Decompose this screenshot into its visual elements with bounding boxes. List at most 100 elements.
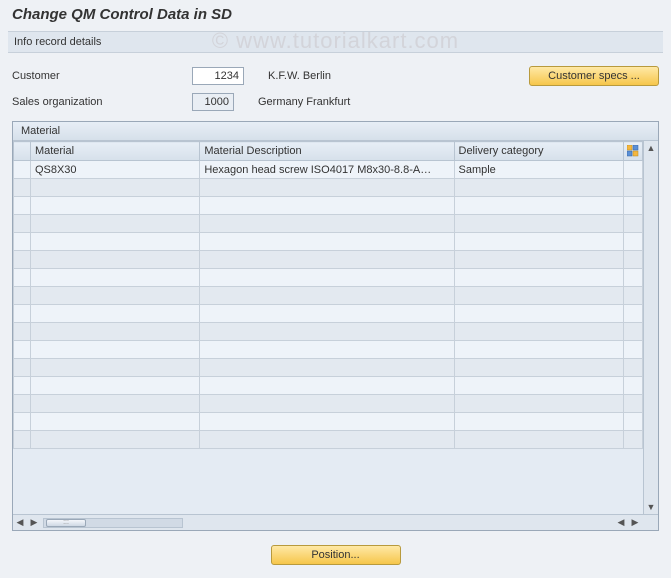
row-selector[interactable] xyxy=(14,215,31,233)
cell-material-desc[interactable] xyxy=(200,395,454,413)
cell-material-desc[interactable] xyxy=(200,251,454,269)
table-row[interactable]: QS8X30Hexagon head screw ISO4017 M8x30-8… xyxy=(14,161,643,179)
row-selector[interactable] xyxy=(14,269,31,287)
cell-delivery-cat[interactable] xyxy=(454,305,623,323)
cell-delivery-cat[interactable] xyxy=(454,233,623,251)
table-row[interactable] xyxy=(14,287,643,305)
cell-material[interactable] xyxy=(30,431,199,449)
row-selector[interactable] xyxy=(14,413,31,431)
cell-material[interactable]: QS8X30 xyxy=(30,161,199,179)
scroll-left-start-icon[interactable]: ◀ xyxy=(13,516,27,530)
cell-material[interactable] xyxy=(30,359,199,377)
table-row[interactable] xyxy=(14,413,643,431)
cell-delivery-cat[interactable] xyxy=(454,323,623,341)
cell-material-desc[interactable]: Hexagon head screw ISO4017 M8x30-8.8-A… xyxy=(200,161,454,179)
cell-delivery-cat[interactable]: Sample xyxy=(454,161,623,179)
cell-material-desc[interactable] xyxy=(200,413,454,431)
cell-material[interactable] xyxy=(30,251,199,269)
table-row[interactable] xyxy=(14,215,643,233)
cell-delivery-cat[interactable] xyxy=(454,341,623,359)
row-selector[interactable] xyxy=(14,161,31,179)
cell-material[interactable] xyxy=(30,341,199,359)
col-material-desc[interactable]: Material Description xyxy=(200,142,454,161)
cell-material[interactable] xyxy=(30,305,199,323)
cell-delivery-cat[interactable] xyxy=(454,269,623,287)
cell-material-desc[interactable] xyxy=(200,323,454,341)
cell-material-desc[interactable] xyxy=(200,431,454,449)
table-row[interactable] xyxy=(14,323,643,341)
row-selector[interactable] xyxy=(14,197,31,215)
col-delivery-cat[interactable]: Delivery category xyxy=(454,142,623,161)
cell-material[interactable] xyxy=(30,233,199,251)
cell-delivery-cat[interactable] xyxy=(454,413,623,431)
cell-material[interactable] xyxy=(30,269,199,287)
row-selector[interactable] xyxy=(14,233,31,251)
material-panel-title: Material xyxy=(13,122,658,141)
horizontal-scrollbar[interactable]: ◀ ▶ ::: ◀ ▶ xyxy=(13,514,658,530)
cell-delivery-cat[interactable] xyxy=(454,395,623,413)
row-selector[interactable] xyxy=(14,341,31,359)
cell-material-desc[interactable] xyxy=(200,179,454,197)
table-row[interactable] xyxy=(14,233,643,251)
cell-material-desc[interactable] xyxy=(200,359,454,377)
table-row[interactable] xyxy=(14,305,643,323)
table-row[interactable] xyxy=(14,395,643,413)
position-button[interactable]: Position... xyxy=(271,545,401,565)
cell-delivery-cat[interactable] xyxy=(454,287,623,305)
cell-material-desc[interactable] xyxy=(200,215,454,233)
vertical-scrollbar[interactable]: ▲ ▼ xyxy=(643,141,658,514)
row-selector[interactable] xyxy=(14,179,31,197)
cell-delivery-cat[interactable] xyxy=(454,197,623,215)
cell-delivery-cat[interactable] xyxy=(454,251,623,269)
material-table[interactable]: Material Material Description Delivery c… xyxy=(13,141,643,449)
cell-delivery-cat[interactable] xyxy=(454,431,623,449)
row-selector[interactable] xyxy=(14,395,31,413)
table-row[interactable] xyxy=(14,251,643,269)
row-selector[interactable] xyxy=(14,359,31,377)
row-selector[interactable] xyxy=(14,305,31,323)
cell-material[interactable] xyxy=(30,413,199,431)
cell-material[interactable] xyxy=(30,287,199,305)
cell-material-desc[interactable] xyxy=(200,233,454,251)
table-row[interactable] xyxy=(14,431,643,449)
scroll-right-end-icon[interactable]: ▶ xyxy=(628,516,642,530)
cell-material-desc[interactable] xyxy=(200,287,454,305)
table-row[interactable] xyxy=(14,179,643,197)
sales-org-input[interactable]: 1000 xyxy=(192,93,234,111)
cell-delivery-cat[interactable] xyxy=(454,359,623,377)
row-selector[interactable] xyxy=(14,251,31,269)
cell-delivery-cat[interactable] xyxy=(454,215,623,233)
row-selector[interactable] xyxy=(14,323,31,341)
scroll-left-step-icon[interactable]: ◀ xyxy=(614,516,628,530)
row-selector[interactable] xyxy=(14,431,31,449)
cell-delivery-cat[interactable] xyxy=(454,179,623,197)
cell-material[interactable] xyxy=(30,377,199,395)
customer-specs-button[interactable]: Customer specs ... xyxy=(529,66,659,86)
table-row[interactable] xyxy=(14,359,643,377)
col-material[interactable]: Material xyxy=(30,142,199,161)
cell-material-desc[interactable] xyxy=(200,305,454,323)
cell-material-desc[interactable] xyxy=(200,377,454,395)
row-selector[interactable] xyxy=(14,377,31,395)
cell-material[interactable] xyxy=(30,395,199,413)
table-config-button[interactable] xyxy=(623,142,642,161)
row-selector[interactable] xyxy=(14,287,31,305)
scroll-up-icon[interactable]: ▲ xyxy=(644,141,658,155)
cell-material[interactable] xyxy=(30,323,199,341)
cell-material[interactable] xyxy=(30,197,199,215)
cell-material[interactable] xyxy=(30,179,199,197)
hscroll-track[interactable]: ::: xyxy=(43,518,183,528)
scroll-right-step-icon[interactable]: ▶ xyxy=(27,516,41,530)
scroll-down-icon[interactable]: ▼ xyxy=(644,500,658,514)
table-row[interactable] xyxy=(14,197,643,215)
cell-delivery-cat[interactable] xyxy=(454,377,623,395)
table-row[interactable] xyxy=(14,269,643,287)
hscroll-thumb[interactable]: ::: xyxy=(46,519,86,527)
cell-material[interactable] xyxy=(30,215,199,233)
cell-material-desc[interactable] xyxy=(200,269,454,287)
table-row[interactable] xyxy=(14,341,643,359)
customer-input[interactable]: 1234 xyxy=(192,67,244,85)
cell-material-desc[interactable] xyxy=(200,341,454,359)
table-row[interactable] xyxy=(14,377,643,395)
cell-material-desc[interactable] xyxy=(200,197,454,215)
